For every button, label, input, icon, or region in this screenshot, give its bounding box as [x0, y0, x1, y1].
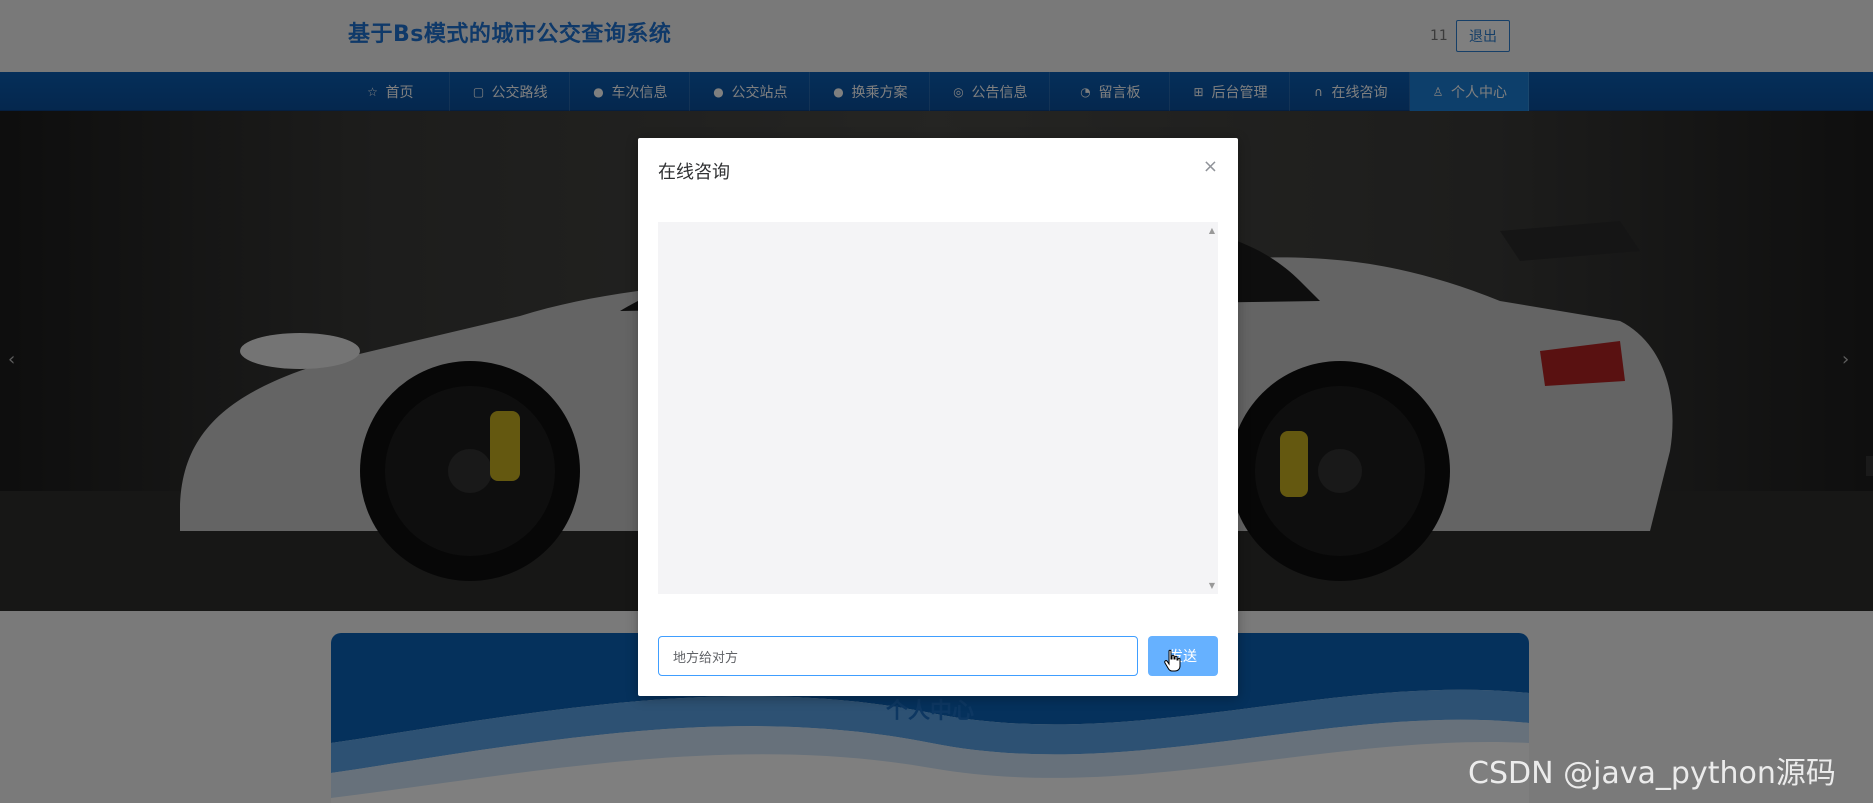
send-button[interactable]: 发送 — [1148, 636, 1218, 676]
watermark: CSDN @java_python源码 — [1468, 756, 1836, 791]
chat-message-area[interactable]: ▲ ▼ — [658, 222, 1218, 594]
dialog-title: 在线咨询 — [658, 162, 730, 183]
consult-dialog: 在线咨询 × ▲ ▼ 发送 — [638, 138, 1238, 696]
close-icon[interactable]: × — [1203, 156, 1218, 177]
chat-scrollbar[interactable]: ▲ ▼ — [1204, 222, 1218, 594]
scroll-down-icon[interactable]: ▼ — [1209, 581, 1215, 590]
side-handle[interactable] — [1866, 456, 1873, 476]
hand-cursor-icon — [1164, 649, 1181, 672]
chat-input[interactable] — [658, 636, 1138, 676]
scroll-up-icon[interactable]: ▲ — [1209, 226, 1215, 235]
